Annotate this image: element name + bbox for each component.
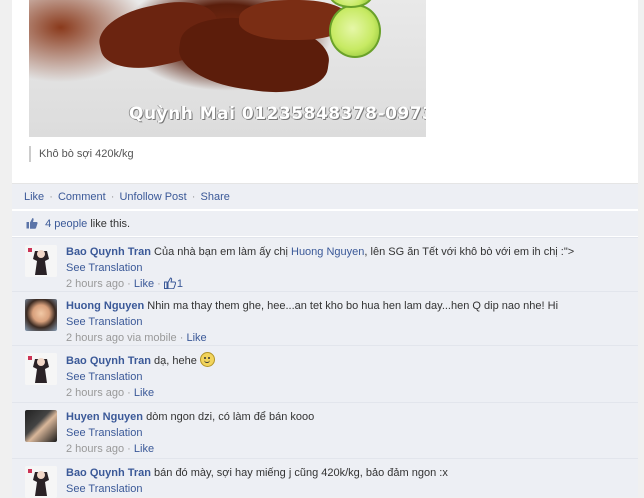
post-card: Quỳnh Mai 01235848378-0973213322 Khô bò … [12, 0, 638, 498]
comment-time: 2 hours ago [66, 387, 125, 399]
mention-link[interactable]: Huong Nguyen [291, 246, 364, 258]
avatar-figure-icon [25, 245, 57, 277]
comment-item: Bao Quynh Tran dạ, hehe See Translation … [12, 345, 638, 402]
comment-text: dạ, hehe [154, 355, 197, 367]
photo-watermark: Quỳnh Mai 01235848378-0973213322 [129, 104, 426, 124]
lime-slice [329, 4, 381, 58]
comment-author[interactable]: Bao Quynh Tran [66, 467, 151, 479]
avatar[interactable] [25, 299, 57, 331]
comment-meta: 2 hours ago · Like [66, 443, 154, 455]
comment-time: 2 hours ago [66, 278, 125, 290]
likes-summary: 4 people like this. [12, 210, 638, 236]
comment-text: Nhin ma thay them ghe, hee...an tet kho … [147, 300, 559, 312]
share-link[interactable]: Share [201, 191, 230, 203]
comment-like-link[interactable]: Like [134, 278, 154, 290]
thumbs-up-icon [163, 277, 176, 289]
comment-time: 2 hours ago [66, 443, 125, 455]
thumbs-up-icon [26, 218, 38, 229]
smiley-emoticon-icon [199, 352, 215, 367]
comment-body: Bao Quynh Tran bán đó mày, sợi hay miếng… [66, 465, 626, 497]
separator: · [179, 332, 184, 344]
comment-link[interactable]: Comment [58, 191, 106, 203]
separator: · [127, 443, 131, 455]
comment-body: Bao Quynh Tran Của nhà bạn em làm ấy chị… [66, 244, 626, 292]
separator: · [127, 387, 131, 399]
comment-item: Bao Quynh Tran bán đó mày, sợi hay miếng… [12, 458, 638, 498]
separator: · [157, 278, 161, 290]
avatar-figure-icon [25, 466, 57, 498]
see-translation-link[interactable]: See Translation [66, 369, 626, 385]
comment-body: Bao Quynh Tran dạ, hehe See Translation … [66, 352, 626, 401]
separator: · [127, 278, 131, 290]
comment-item: Huong Nguyen Nhin ma thay them ghe, hee.… [12, 291, 638, 345]
separator: · [49, 191, 53, 203]
comment-like-count[interactable]: 1 [177, 278, 183, 290]
separator: · [110, 191, 115, 203]
post-actions: Like · Comment · Unfollow Post · Share [12, 183, 638, 209]
comment-body: Huyen Nguyen dòm ngon dzi, có làm để bán… [66, 409, 626, 457]
avatar[interactable] [25, 466, 57, 498]
comment-author[interactable]: Huong Nguyen [66, 300, 144, 312]
comment-item: Bao Quynh Tran Của nhà bạn em làm ấy chị… [12, 237, 638, 291]
separator: · [191, 191, 196, 203]
comment-like-link[interactable]: Like [134, 387, 154, 399]
comment-meta: 2 hours ago · Like [66, 387, 154, 399]
see-translation-link[interactable]: See Translation [66, 260, 626, 276]
likes-suffix: like this. [87, 218, 131, 230]
avatar[interactable] [25, 245, 57, 277]
unfollow-post-link[interactable]: Unfollow Post [119, 191, 186, 203]
like-link[interactable]: Like [24, 191, 44, 203]
comment-author[interactable]: Bao Quynh Tran [66, 355, 151, 367]
avatar[interactable] [25, 410, 57, 442]
photo-caption: Khô bò sợi 420k/kg [29, 146, 134, 162]
post-photo[interactable]: Quỳnh Mai 01235848378-0973213322 [29, 0, 426, 137]
comment-meta: 2 hours ago · Like · 1 [66, 277, 183, 290]
comment-text: bán đó mày, sợi hay miếng j cũng 420k/kg… [154, 467, 448, 479]
see-translation-link[interactable]: See Translation [66, 425, 626, 441]
comment-text: Của nhà bạn em làm ấy chị [154, 246, 291, 258]
see-translation-link[interactable]: See Translation [66, 481, 626, 497]
avatar[interactable] [25, 353, 57, 385]
comment-author[interactable]: Bao Quynh Tran [66, 246, 151, 258]
comment-item: Huyen Nguyen dòm ngon dzi, có làm để bán… [12, 402, 638, 458]
comment-like-link[interactable]: Like [186, 332, 206, 344]
comment-author[interactable]: Huyen Nguyen [66, 411, 143, 423]
comment-text: , lên SG ăn Tết với khô bò với em ih chị… [364, 246, 575, 258]
comment-body: Huong Nguyen Nhin ma thay them ghe, hee.… [66, 298, 626, 346]
comment-like-link[interactable]: Like [134, 443, 154, 455]
see-translation-link[interactable]: See Translation [66, 314, 626, 330]
avatar-figure-icon [25, 353, 57, 385]
comment-meta: 2 hours ago via mobile · Like [66, 332, 207, 344]
comment-time: 2 hours ago via mobile [66, 332, 177, 344]
comment-text: dòm ngon dzi, có làm để bán kooo [146, 411, 315, 423]
likers-link[interactable]: 4 people [45, 218, 87, 230]
